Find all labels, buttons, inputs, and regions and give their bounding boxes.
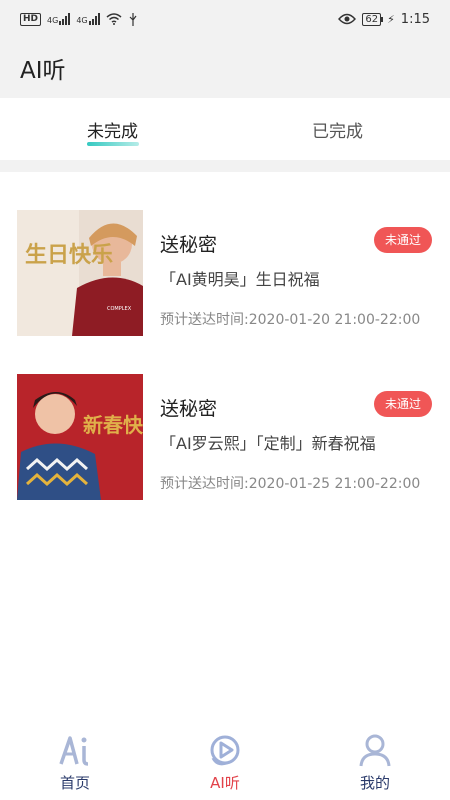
tab-active-indicator (86, 142, 139, 146)
item-thumbnail: COMPLEX 生日快乐 (17, 210, 143, 336)
nav-label: 我的 (359, 774, 390, 792)
item-subtitle: 「AI黄明昊」生日祝福 (160, 270, 320, 289)
thumbnail-text: 生日快乐 (25, 243, 113, 268)
clock: 1:15 (400, 11, 430, 27)
signal-icon-2: 4G (76, 13, 100, 25)
status-right: 62 ⚡ 1:15 (338, 12, 430, 27)
app-header: AI听 (0, 38, 450, 98)
thumbnail-text: 新春快乐 (83, 413, 143, 437)
tab-label: 未完成 (87, 121, 138, 142)
item-thumbnail: 新春快乐 (17, 374, 143, 500)
tab-incomplete[interactable]: 未完成 (0, 98, 225, 160)
tab-completed[interactable]: 已完成 (225, 98, 450, 160)
item-title: 送秘密 (160, 234, 218, 256)
battery-icon: 62 (362, 12, 383, 26)
nav-label: 首页 (59, 774, 90, 792)
status-badge: 未通过 (373, 391, 432, 417)
listen-play-icon (210, 735, 240, 766)
nav-label: AI听 (210, 774, 240, 792)
item-title: 送秘密 (160, 398, 218, 420)
delivery-time: 预计送达时间:2020-01-25 21:00-22:00 (160, 476, 421, 492)
delivery-time: 预计送达时间:2020-01-20 21:00-22:00 (160, 312, 421, 328)
tab-bar: 未完成 已完成 (0, 98, 450, 160)
usb-icon (129, 12, 137, 26)
signal-icon: 4G (47, 13, 71, 25)
user-icon (359, 734, 391, 767)
thumbnail-image: 新春快乐 (17, 374, 143, 500)
bottom-nav: 首页 AI听 我的 (0, 722, 450, 800)
charging-icon: ⚡ (387, 12, 395, 26)
tab-label: 已完成 (312, 121, 363, 142)
status-bar: HD 4G 4G 62 ⚡ 1:15 (0, 0, 450, 38)
ai-logo-icon (59, 736, 89, 766)
nav-ai-listen[interactable]: AI听 (150, 722, 300, 800)
eye-icon (338, 13, 357, 25)
nav-home[interactable]: 首页 (0, 722, 150, 800)
list-item[interactable]: 新春快乐 送秘密 未通过 「AI罗云熙」「定制」新春祝福 预计送达时间:2020… (0, 374, 450, 504)
status-badge: 未通过 (373, 227, 432, 253)
wifi-icon (106, 13, 122, 25)
section-divider (0, 160, 450, 172)
list-item[interactable]: COMPLEX 生日快乐 送秘密 未通过 「AI黄明昊」生日祝福 预计送达时间:… (0, 210, 450, 340)
nav-mine[interactable]: 我的 (300, 722, 450, 800)
status-left: HD 4G 4G (20, 12, 138, 26)
thumbnail-image: COMPLEX 生日快乐 (17, 210, 143, 336)
page-title: AI听 (20, 58, 66, 84)
hd-icon: HD (20, 12, 42, 26)
svg-text:COMPLEX: COMPLEX (107, 306, 132, 312)
item-subtitle: 「AI罗云熙」「定制」新春祝福 (160, 434, 376, 453)
